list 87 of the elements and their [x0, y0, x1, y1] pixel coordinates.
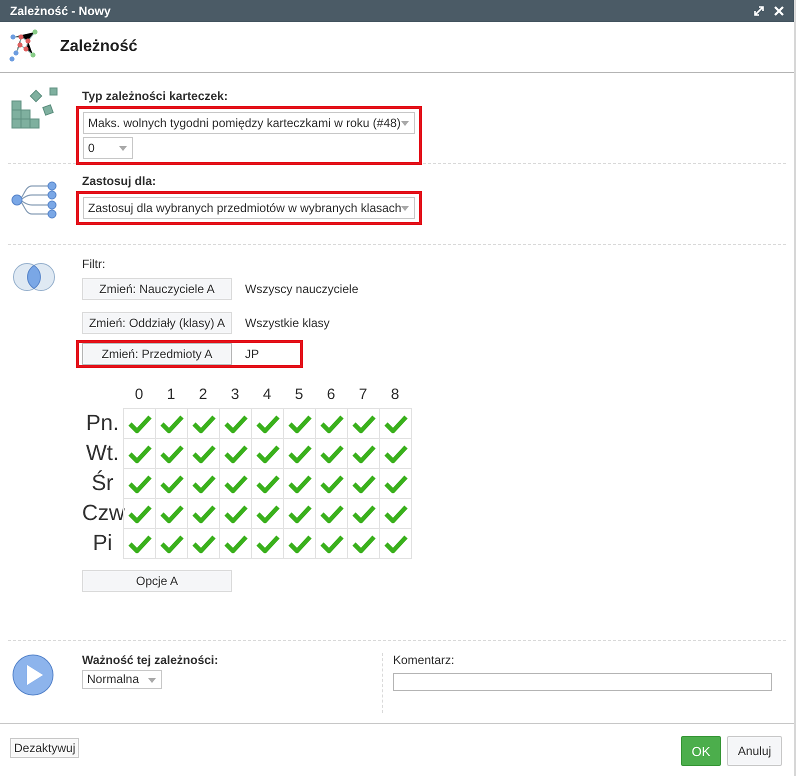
- checkmark-icon: [320, 414, 344, 434]
- time-slot-cell[interactable]: [379, 528, 412, 559]
- checkmark-icon: [224, 474, 248, 494]
- checkmark-icon: [128, 534, 152, 554]
- expand-icon[interactable]: [754, 6, 764, 16]
- day-label: Śr: [90, 469, 114, 497]
- checkmark-icon: [352, 444, 376, 464]
- time-slot-cell[interactable]: [123, 408, 156, 439]
- period-number: 4: [262, 385, 272, 405]
- checkmark-icon: [320, 534, 344, 554]
- day-label: Pn.: [84, 409, 120, 437]
- checkmark-icon: [224, 534, 248, 554]
- checkmark-icon: [160, 414, 184, 434]
- field-label: Komentarz:: [393, 653, 454, 667]
- checkmark-icon: [288, 444, 312, 464]
- change-filter-button[interactable]: Zmień: Przedmioty A: [82, 343, 232, 365]
- checkmark-icon: [352, 474, 376, 494]
- checkmark-icon: [256, 444, 280, 464]
- comment-field[interactable]: [393, 673, 772, 691]
- checkmark-icon: [320, 474, 344, 494]
- checkmark-icon: [224, 444, 248, 464]
- checkmark-icon: [192, 534, 216, 554]
- close-icon[interactable]: [774, 6, 784, 16]
- cancel-button[interactable]: Anuluj: [727, 736, 782, 766]
- checkmark-icon: [192, 504, 216, 524]
- field-label: Ważność tej zależności:: [82, 653, 218, 667]
- period-number: 7: [358, 385, 368, 405]
- apply-to-select[interactable]: Zastosuj dla wybranych przedmiotów w wybranych klasach: [83, 197, 415, 219]
- period-number: 5: [294, 385, 304, 405]
- checkmark-icon: [256, 414, 280, 434]
- time-slot-cell[interactable]: [123, 528, 156, 559]
- deactivate-button[interactable]: Dezaktywuj: [10, 738, 80, 758]
- field-label: Typ zależności karteczek:: [82, 89, 228, 103]
- checkmark-icon: [384, 414, 408, 434]
- change-filter-button[interactable]: Zmień: Oddziały (klasy) A: [82, 312, 232, 334]
- checkmark-icon: [384, 534, 408, 554]
- filter-value: Wszystkie klasy: [245, 316, 330, 330]
- checkmark-icon: [224, 414, 248, 434]
- checkmark-icon: [288, 534, 312, 554]
- checkmark-icon: [384, 444, 408, 464]
- period-number: 1: [166, 385, 176, 405]
- checkmark-icon: [288, 474, 312, 494]
- checkmark-icon: [384, 474, 408, 494]
- checkmark-icon: [256, 474, 280, 494]
- change-filter-button[interactable]: Zmień: Nauczyciele A: [82, 278, 232, 300]
- day-label: Pi: [92, 529, 114, 557]
- checkmark-icon: [224, 504, 248, 524]
- day-label: Wt.: [85, 439, 120, 467]
- checkmark-icon: [160, 504, 184, 524]
- checkmark-icon: [160, 444, 184, 464]
- time-slot-cell[interactable]: [379, 408, 412, 439]
- dependency-type-select[interactable]: Maks. wolnych tygodni pomiędzy karteczkami w roku (#48): [83, 112, 415, 134]
- period-number: 3: [230, 385, 240, 405]
- value-select[interactable]: 0: [83, 137, 133, 159]
- checkmark-icon: [320, 444, 344, 464]
- field-label: Zastosuj dla:: [82, 174, 156, 188]
- dialog-heading: Zależność: [60, 38, 138, 56]
- play-icon: [12, 654, 54, 696]
- checkmark-icon: [320, 504, 344, 524]
- checkmark-icon: [256, 534, 280, 554]
- period-number: 6: [326, 385, 336, 405]
- window-title: Zależność - Nowy: [10, 4, 112, 18]
- checkmark-icon: [128, 504, 152, 524]
- checkmark-icon: [128, 414, 152, 434]
- filter-value: Wszyscy nauczyciele: [245, 282, 358, 296]
- filter-value: JP: [245, 347, 260, 361]
- checkmark-icon: [288, 504, 312, 524]
- checkmark-icon: [352, 534, 376, 554]
- checkmark-icon: [192, 444, 216, 464]
- checkmark-icon: [352, 414, 376, 434]
- importance-select[interactable]: Normalna: [82, 670, 162, 689]
- period-number: 2: [198, 385, 208, 405]
- checkmark-icon: [192, 414, 216, 434]
- checkmark-icon: [160, 534, 184, 554]
- checkmark-icon: [192, 474, 216, 494]
- field-label: Filtr:: [82, 257, 106, 271]
- period-number: 0: [134, 385, 144, 405]
- checkmark-icon: [384, 504, 408, 524]
- checkmark-icon: [352, 504, 376, 524]
- day-label: Czw: [82, 499, 123, 527]
- checkmark-icon: [288, 414, 312, 434]
- checkmark-icon: [128, 474, 152, 494]
- checkmark-icon: [256, 504, 280, 524]
- checkmark-icon: [160, 474, 184, 494]
- options-button[interactable]: Opcje A: [82, 570, 232, 592]
- checkmark-icon: [128, 444, 152, 464]
- period-number: 8: [390, 385, 400, 405]
